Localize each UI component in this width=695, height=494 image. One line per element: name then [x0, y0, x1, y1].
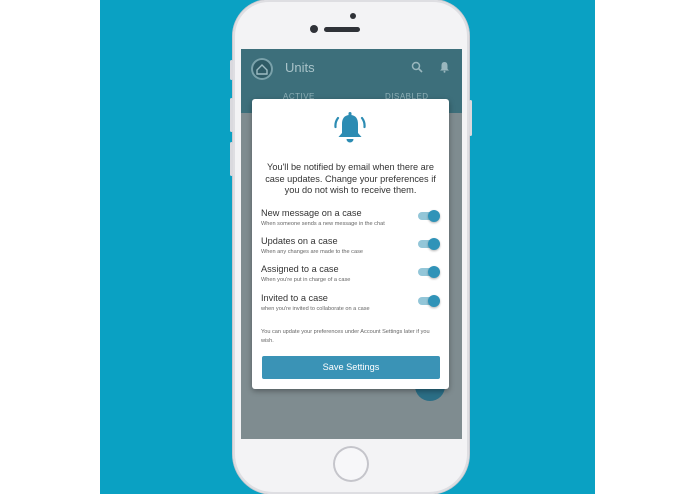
setting-title: Updates on a case — [261, 236, 338, 246]
preferences-note: You can update your preferences under Ac… — [261, 329, 430, 344]
toggle-knob — [428, 238, 440, 250]
search-icon[interactable] — [411, 61, 423, 76]
bell-icon — [334, 112, 366, 143]
notification-settings-dialog: You'll be notified by email when there a… — [252, 99, 449, 389]
toggle-new-message[interactable] — [416, 210, 440, 222]
toggle-updates[interactable] — [416, 238, 440, 250]
setting-row-invited: Invited to a case when you're invited to… — [261, 293, 443, 319]
dialog-intro-text: You'll be notified by email when there a… — [265, 162, 436, 195]
bell-icon[interactable] — [439, 61, 450, 76]
setting-description: When someone sends a new message in the … — [261, 221, 385, 227]
phone-power-button — [469, 100, 472, 136]
setting-row-updates: Updates on a case When any changes are m… — [261, 236, 443, 262]
setting-row-assigned: Assigned to a case When you're put in ch… — [261, 264, 443, 290]
setting-row-new-message: New message on a case When someone sends… — [261, 208, 443, 234]
setting-title: Assigned to a case — [261, 264, 339, 274]
home-icon[interactable] — [251, 58, 273, 80]
toggle-knob — [428, 266, 440, 278]
phone-volume-up-button — [230, 98, 233, 132]
setting-title: Invited to a case — [261, 293, 328, 303]
phone-volume-down-button — [230, 142, 233, 176]
setting-title: New message on a case — [261, 208, 362, 218]
phone-sensor — [350, 13, 356, 19]
setting-description: when you're invited to collaborate on a … — [261, 306, 370, 312]
app-title: Units — [285, 60, 315, 75]
phone-side-button — [230, 60, 233, 80]
setting-description: When you're put in charge of a case — [261, 277, 351, 283]
phone-home-button — [333, 446, 369, 482]
toggle-knob — [428, 295, 440, 307]
toggle-assigned[interactable] — [416, 266, 440, 278]
save-settings-button[interactable]: Save Settings — [262, 356, 440, 379]
phone-camera — [310, 25, 318, 33]
toggle-knob — [428, 210, 440, 222]
toggle-invited[interactable] — [416, 295, 440, 307]
setting-description: When any changes are made to the case — [261, 249, 363, 255]
phone-speaker — [324, 27, 360, 32]
